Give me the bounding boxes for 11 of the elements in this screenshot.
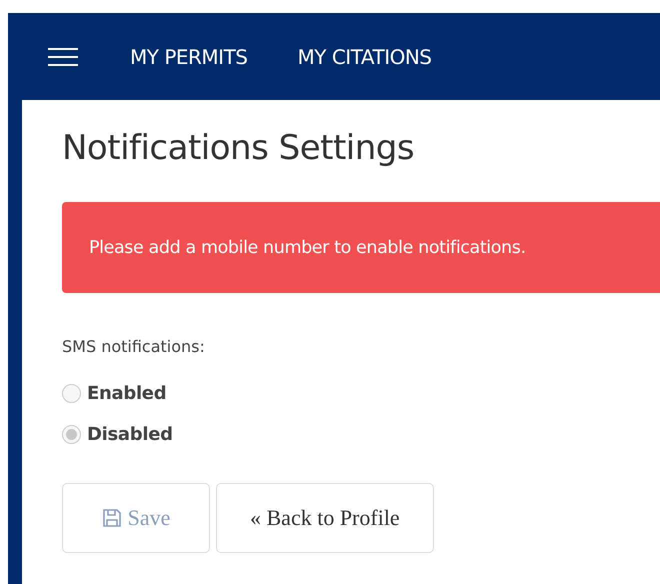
radio-button[interactable] xyxy=(62,425,81,444)
field-label: SMS notifications: xyxy=(62,337,205,356)
menu-icon[interactable] xyxy=(48,46,78,68)
page-title: Notifications Settings xyxy=(62,128,416,168)
back-button[interactable]: « Back to Profile xyxy=(216,483,434,553)
nav-link[interactable]: MY PERMITS xyxy=(130,44,248,68)
radio-button[interactable] xyxy=(62,384,81,403)
nav-link[interactable]: MY CITATIONS xyxy=(298,44,432,68)
radio-label: Disabled xyxy=(87,424,173,445)
alert-message: Please add a mobile number to enable notifications. xyxy=(62,202,660,293)
radio-label: Enabled xyxy=(87,383,166,404)
